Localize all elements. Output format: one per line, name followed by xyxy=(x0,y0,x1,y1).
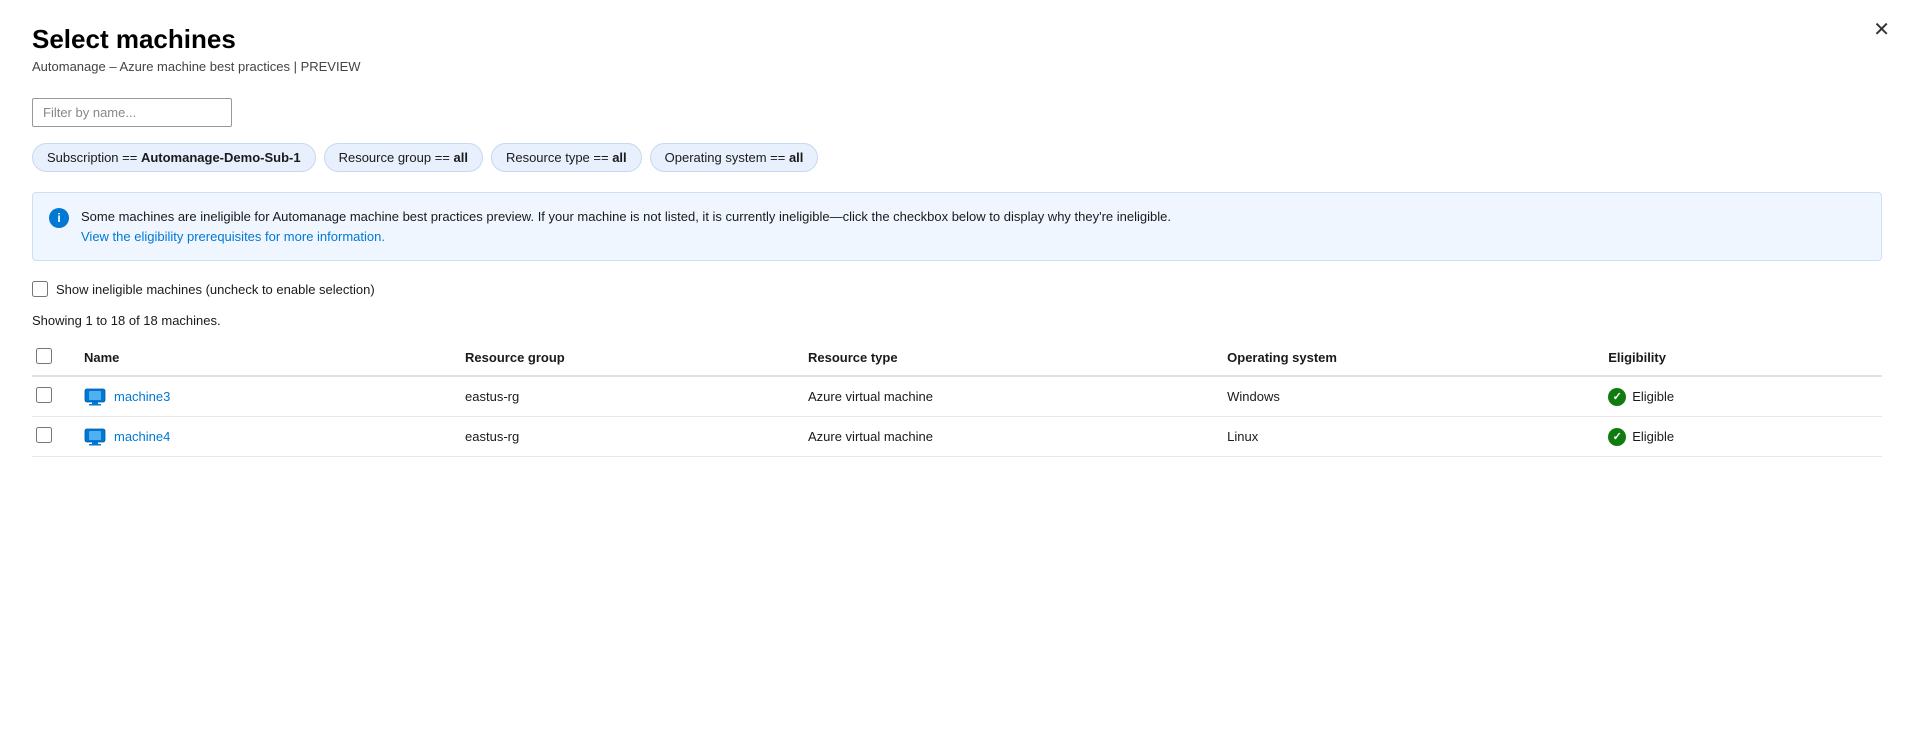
row-checkbox-1[interactable] xyxy=(36,427,52,443)
showing-count: Showing 1 to 18 of 18 machines. xyxy=(32,313,1882,328)
row-resource-type-cell-0: Azure virtual machine xyxy=(796,376,1215,417)
row-select-cell-1[interactable] xyxy=(32,417,72,457)
row-os-cell-0: Windows xyxy=(1215,376,1596,417)
row-checkbox-0[interactable] xyxy=(36,387,52,403)
resource-type-filter[interactable]: Resource type == all xyxy=(491,143,642,172)
column-header-eligibility: Eligibility xyxy=(1596,340,1882,376)
eligibility-label: Eligible xyxy=(1632,389,1674,404)
subscription-filter[interactable]: Subscription == Automanage-Demo-Sub-1 xyxy=(32,143,316,172)
filter-by-name-input[interactable] xyxy=(32,98,232,127)
column-header-operating-system: Operating system xyxy=(1215,340,1596,376)
select-all-checkbox[interactable] xyxy=(36,348,52,364)
resource-group-filter[interactable]: Resource group == all xyxy=(324,143,483,172)
eligible-icon: ✓ xyxy=(1608,388,1626,406)
row-resource-type-cell-1: Azure virtual machine xyxy=(796,417,1215,457)
column-header-name: Name xyxy=(72,340,453,376)
eligibility-label: Eligible xyxy=(1632,429,1674,444)
select-all-header[interactable] xyxy=(32,340,72,376)
machine-name[interactable]: machine3 xyxy=(114,389,170,404)
row-eligibility-cell-0: ✓ Eligible xyxy=(1596,376,1882,417)
row-name-cell-0: machine3 xyxy=(72,376,453,417)
info-banner-text: Some machines are ineligible for Automan… xyxy=(81,207,1171,246)
table-row: machine4 eastus-rgAzure virtual machineL… xyxy=(32,417,1882,457)
machines-table: Name Resource group Resource type Operat… xyxy=(32,340,1882,457)
vm-icon xyxy=(84,428,106,446)
table-header-row: Name Resource group Resource type Operat… xyxy=(32,340,1882,376)
column-header-resource-group: Resource group xyxy=(453,340,796,376)
page-subtitle: Automanage – Azure machine best practice… xyxy=(32,59,1882,74)
row-eligibility-cell-1: ✓ Eligible xyxy=(1596,417,1882,457)
ineligible-checkbox-row: Show ineligible machines (uncheck to ena… xyxy=(32,281,1882,297)
row-name-cell-1: machine4 xyxy=(72,417,453,457)
close-button[interactable]: ✕ xyxy=(1873,20,1890,40)
info-banner: i Some machines are ineligible for Autom… xyxy=(32,192,1882,261)
info-icon: i xyxy=(49,208,69,228)
table-row: machine3 eastus-rgAzure virtual machineW… xyxy=(32,376,1882,417)
eligibility-prerequisites-link[interactable]: View the eligibility prerequisites for m… xyxy=(81,229,385,244)
vm-icon xyxy=(84,388,106,406)
filters-row: Subscription == Automanage-Demo-Sub-1 Re… xyxy=(32,143,1882,172)
machine-name[interactable]: machine4 xyxy=(114,429,170,444)
ineligible-checkbox-label[interactable]: Show ineligible machines (uncheck to ena… xyxy=(56,282,375,297)
column-header-resource-type: Resource type xyxy=(796,340,1215,376)
ineligible-checkbox[interactable] xyxy=(32,281,48,297)
row-os-cell-1: Linux xyxy=(1215,417,1596,457)
page-title: Select machines xyxy=(32,24,1882,55)
eligible-icon: ✓ xyxy=(1608,428,1626,446)
row-resource-group-cell-0: eastus-rg xyxy=(453,376,796,417)
row-resource-group-cell-1: eastus-rg xyxy=(453,417,796,457)
operating-system-filter[interactable]: Operating system == all xyxy=(650,143,819,172)
row-select-cell-0[interactable] xyxy=(32,376,72,417)
